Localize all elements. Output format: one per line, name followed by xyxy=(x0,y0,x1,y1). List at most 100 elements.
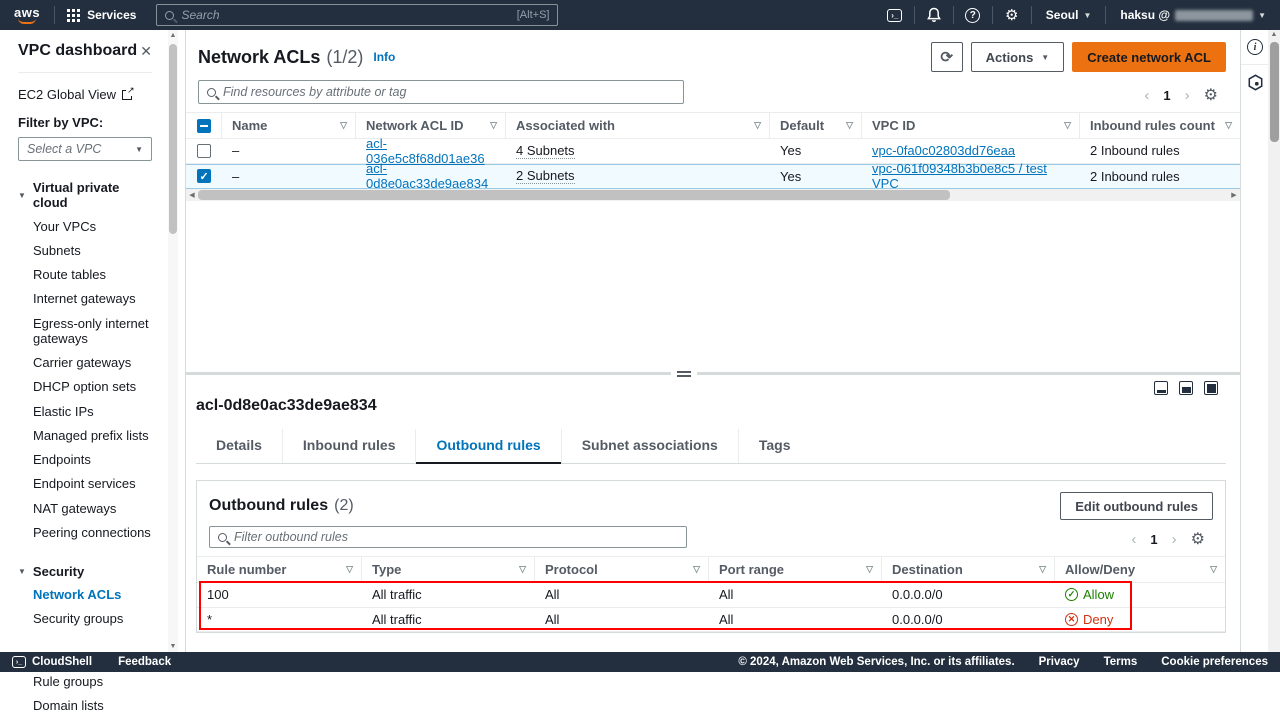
tab-inbound-rules[interactable]: Inbound rules xyxy=(283,429,417,463)
scroll-right-icon[interactable]: ▶ xyxy=(1228,191,1240,199)
sort-filter-icon[interactable]: ▽ xyxy=(346,564,353,575)
subnets-link[interactable]: 2 Subnets xyxy=(516,168,575,184)
panel-size-full-icon[interactable] xyxy=(1204,381,1218,395)
sort-filter-icon[interactable]: ▽ xyxy=(846,120,853,131)
sort-filter-icon[interactable]: ▽ xyxy=(490,120,497,131)
row-checkbox[interactable] xyxy=(197,169,211,183)
sort-filter-icon[interactable]: ▽ xyxy=(340,120,347,131)
outbound-rule-row[interactable]: * All traffic All All 0.0.0.0/0 ✕Deny xyxy=(197,608,1225,633)
sidebar-item-endpoint-services[interactable]: Endpoint services xyxy=(18,472,152,496)
info-panel-button[interactable]: i xyxy=(1241,30,1269,64)
panel-size-small-icon[interactable] xyxy=(1154,381,1168,395)
sort-filter-icon[interactable]: ▽ xyxy=(1210,564,1217,575)
create-network-acl-button[interactable]: Create network ACL xyxy=(1072,42,1226,72)
previous-page-icon[interactable]: ‹ xyxy=(1144,87,1149,104)
terminal-icon: ›_ xyxy=(887,9,902,22)
region-selector[interactable]: Seoul ▼ xyxy=(1032,8,1106,22)
sidebar-item-domain-lists[interactable]: Domain lists xyxy=(18,693,152,717)
tab-outbound-rules[interactable]: Outbound rules xyxy=(416,429,561,463)
sort-filter-icon[interactable]: ▽ xyxy=(1039,564,1046,575)
services-menu-button[interactable]: Services xyxy=(55,8,148,22)
vpc-id-link[interactable]: vpc-061f09348b3b0e8c5 / test VPC xyxy=(872,161,1072,191)
row-checkbox[interactable] xyxy=(197,144,211,158)
panel-size-half-icon[interactable] xyxy=(1179,381,1193,395)
ec2-global-view-link[interactable]: EC2 Global View xyxy=(18,87,152,102)
table-row[interactable]: – acl-036e5c8f68d01ae36 4 Subnets Yes vp… xyxy=(186,139,1240,164)
sidebar-item-carrier-gateways[interactable]: Carrier gateways xyxy=(18,350,152,374)
scroll-up-icon[interactable]: ▲ xyxy=(1268,31,1280,38)
sort-filter-icon[interactable]: ▽ xyxy=(1225,120,1232,131)
section-virtual-private-cloud[interactable]: ▼ Virtual private cloud xyxy=(18,180,152,210)
sidebar-item-rule-groups[interactable]: Rule groups xyxy=(18,669,152,693)
subnets-link[interactable]: 4 Subnets xyxy=(516,143,575,159)
split-drag-handle[interactable] xyxy=(671,368,697,380)
table-settings-icon[interactable]: ⚙ xyxy=(1191,532,1205,548)
actions-dropdown-button[interactable]: Actions ▼ xyxy=(971,42,1065,72)
table-row-selected[interactable]: – acl-0d8e0ac33de9ae834 2 Subnets Yes vp… xyxy=(186,164,1240,190)
settings-button[interactable]: ⚙ xyxy=(993,0,1031,30)
info-link[interactable]: Info xyxy=(373,50,395,64)
sidebar-item-dhcp-option-sets[interactable]: DHCP option sets xyxy=(18,375,152,399)
help-button[interactable]: ? xyxy=(954,0,992,30)
sidebar-item-peering-connections[interactable]: Peering connections xyxy=(18,520,152,544)
tab-details[interactable]: Details xyxy=(196,429,283,463)
previous-page-icon[interactable]: ‹ xyxy=(1131,531,1136,548)
sidebar-title: VPC dashboard xyxy=(18,42,137,60)
sort-filter-icon[interactable]: ▽ xyxy=(519,564,526,575)
scrollbar-thumb[interactable] xyxy=(198,190,950,200)
sidebar-item-internet-gateways[interactable]: Internet gateways xyxy=(18,287,152,311)
scroll-up-icon[interactable]: ▲ xyxy=(168,32,178,39)
scroll-down-icon[interactable]: ▼ xyxy=(168,643,178,650)
tab-subnet-associations[interactable]: Subnet associations xyxy=(562,429,739,463)
vpc-id-link[interactable]: vpc-0fa0c02803dd76eaa xyxy=(872,143,1015,158)
next-page-icon[interactable]: › xyxy=(1185,87,1190,104)
sidebar-item-managed-prefix-lists[interactable]: Managed prefix lists xyxy=(18,423,152,447)
tab-tags[interactable]: Tags xyxy=(739,429,811,463)
page-number[interactable]: 1 xyxy=(1163,88,1170,103)
sidebar-item-egress-only-internet-gateways[interactable]: Egress-only internet gateways xyxy=(18,311,152,350)
privacy-link[interactable]: Privacy xyxy=(1039,656,1080,668)
sidebar-item-network-acls[interactable]: Network ACLs xyxy=(18,583,152,607)
amazon-q-panel-button[interactable] xyxy=(1241,65,1269,99)
horizontal-scrollbar[interactable]: ◀ ▶ xyxy=(186,189,1240,201)
sidebar-item-subnets[interactable]: Subnets xyxy=(18,238,152,262)
search-icon xyxy=(165,11,174,20)
cookie-preferences-link[interactable]: Cookie preferences xyxy=(1161,656,1268,668)
resource-filter-input[interactable]: Find resources by attribute or tag xyxy=(198,80,684,104)
notifications-button[interactable] xyxy=(915,0,953,30)
sidebar-item-elastic-ips[interactable]: Elastic IPs xyxy=(18,399,152,423)
section-security[interactable]: ▼ Security xyxy=(18,564,152,579)
table-settings-icon[interactable]: ⚙ xyxy=(1204,88,1218,104)
terms-link[interactable]: Terms xyxy=(1104,656,1138,668)
console-search-input[interactable]: Search [Alt+S] xyxy=(156,4,558,26)
account-menu[interactable]: haksu @ ▼ xyxy=(1106,8,1280,22)
sidebar-scrollbar[interactable]: ▲ ▼ xyxy=(168,30,178,652)
aws-logo[interactable]: aws xyxy=(0,7,54,24)
cloudshell-button[interactable]: ›_ xyxy=(876,0,914,30)
select-all-checkbox[interactable] xyxy=(197,119,211,133)
scrollbar-thumb[interactable] xyxy=(1270,42,1279,142)
sort-filter-icon[interactable]: ▽ xyxy=(693,564,700,575)
next-page-icon[interactable]: › xyxy=(1172,531,1177,548)
sidebar-item-endpoints[interactable]: Endpoints xyxy=(18,447,152,471)
close-icon[interactable]: ✕ xyxy=(140,43,152,60)
sidebar-item-security-groups[interactable]: Security groups xyxy=(18,607,152,631)
sidebar-item-nat-gateways[interactable]: NAT gateways xyxy=(18,496,152,520)
scroll-left-icon[interactable]: ◀ xyxy=(186,191,198,199)
cloudshell-footer-button[interactable]: ›_ CloudShell xyxy=(12,656,92,668)
feedback-button[interactable]: Feedback xyxy=(118,656,171,668)
vertical-scrollbar[interactable]: ▲ xyxy=(1268,30,1280,652)
acl-id-link[interactable]: acl-0d8e0ac33de9ae834 xyxy=(366,161,498,191)
sidebar-item-route-tables[interactable]: Route tables xyxy=(18,263,152,287)
refresh-button[interactable]: ⟳ xyxy=(931,42,963,72)
page-number[interactable]: 1 xyxy=(1150,532,1157,547)
outbound-filter-input[interactable]: Filter outbound rules xyxy=(209,526,687,548)
vpc-select-dropdown[interactable]: Select a VPC ▼ xyxy=(18,137,152,161)
scrollbar-thumb[interactable] xyxy=(169,44,177,234)
edit-outbound-rules-button[interactable]: Edit outbound rules xyxy=(1060,492,1213,520)
sidebar-item-your-vpcs[interactable]: Your VPCs xyxy=(18,214,152,238)
sort-filter-icon[interactable]: ▽ xyxy=(866,564,873,575)
sort-filter-icon[interactable]: ▽ xyxy=(1064,120,1071,131)
sort-filter-icon[interactable]: ▽ xyxy=(754,120,761,131)
outbound-rule-row[interactable]: 100 All traffic All All 0.0.0.0/0 ✓Allow xyxy=(197,583,1225,608)
